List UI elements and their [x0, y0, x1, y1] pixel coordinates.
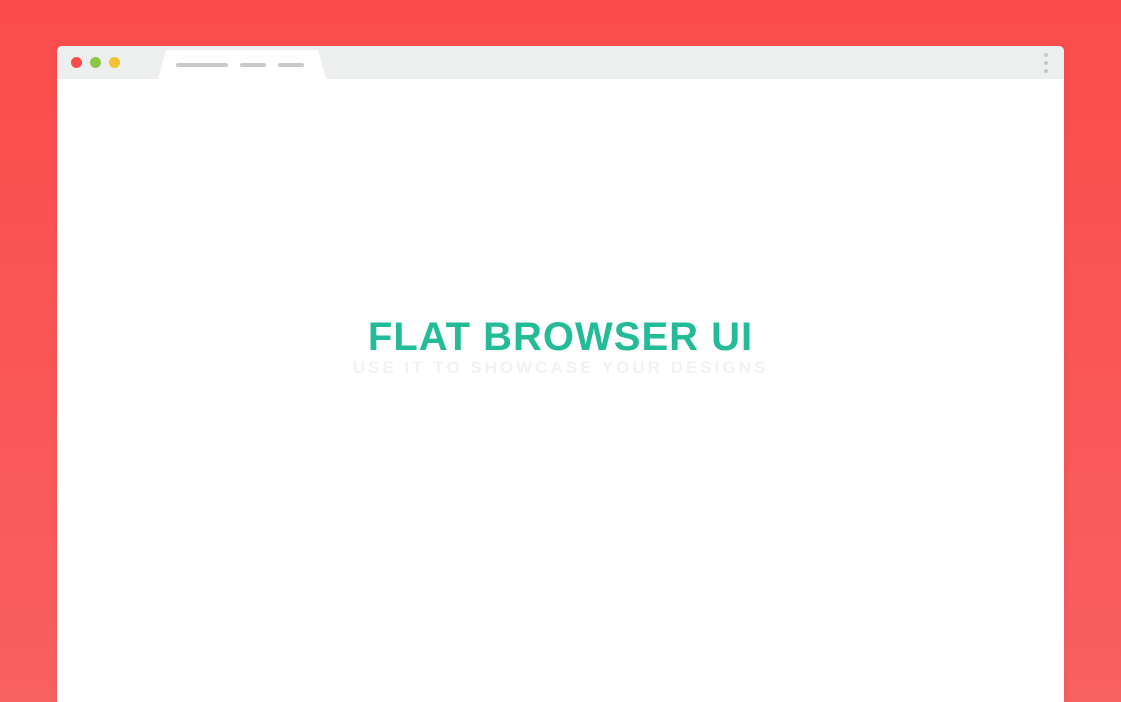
kebab-menu-icon[interactable]	[1044, 53, 1048, 73]
browser-chrome-bar	[57, 46, 1064, 79]
browser-window: FLAT BROWSER UI USE IT TO SHOWCASE YOUR …	[57, 46, 1064, 702]
tab-strip	[158, 46, 326, 79]
maximize-icon[interactable]	[109, 57, 120, 68]
browser-tab[interactable]	[158, 50, 326, 79]
tab-text-placeholder	[278, 63, 304, 67]
close-icon[interactable]	[71, 57, 82, 68]
page-headline: FLAT BROWSER UI	[368, 315, 753, 360]
page-content: FLAT BROWSER UI USE IT TO SHOWCASE YOUR …	[57, 79, 1064, 702]
tab-text-placeholder	[240, 63, 266, 67]
page-subheadline: USE IT TO SHOWCASE YOUR DESIGNS	[353, 358, 768, 378]
minimize-icon[interactable]	[90, 57, 101, 68]
tab-title-placeholder	[176, 63, 228, 67]
window-controls	[57, 57, 120, 68]
